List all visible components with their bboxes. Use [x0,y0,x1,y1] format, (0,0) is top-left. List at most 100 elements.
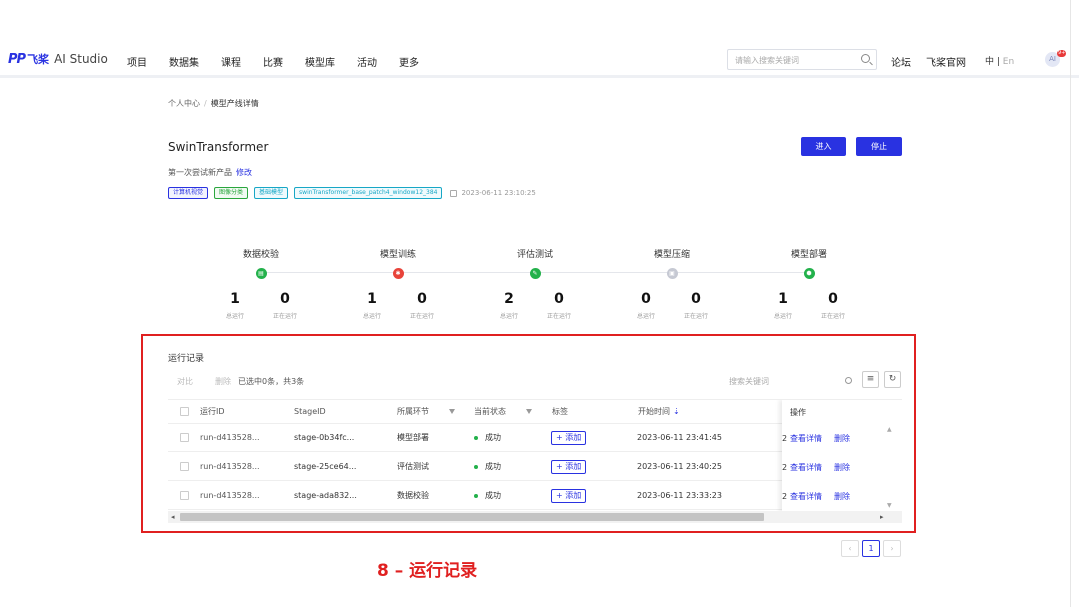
search-icon[interactable] [845,377,852,384]
nav-item-events[interactable]: 活动 [357,54,377,69]
tag-image-classification: 图像分类 [214,187,249,199]
list-view-icon[interactable]: ≡ [862,371,879,388]
run-id[interactable]: run-d413528... [200,482,260,509]
keyword-search-input[interactable]: 搜索关键词 [729,376,769,387]
stat-total: 0 总运行 [626,291,666,320]
official-site-link[interactable]: 飞桨官网 [926,54,966,69]
scroll-left-icon[interactable]: ◂ [171,513,175,521]
stat-total: 2 总运行 [489,291,529,320]
edit-link[interactable]: 修改 [236,168,252,177]
start-time: 2023-06-11 23:33:23 [637,491,722,500]
page-1-button[interactable]: 1 [862,540,880,557]
batch-delete-button[interactable]: 删除 [215,376,231,387]
pipeline-stage[interactable]: 模型部署 ⬢ 1 总运行 0 正在运行 [744,247,874,320]
forum-link[interactable]: 论坛 [891,54,911,69]
stage-name: 模型压缩 [653,250,690,260]
row-checkbox[interactable] [180,433,189,442]
run-id[interactable]: run-d413528... [200,453,260,480]
delete-link[interactable]: 删除 [834,491,850,502]
stat-total: 1 总运行 [763,291,803,320]
pipeline-stage[interactable]: 模型训练 ✱ 1 总运行 0 正在运行 [333,247,463,320]
top-navigation: PP 飞桨 AI Studio 项目 数据集 课程 比赛 模型库 活动 更多 请… [0,0,1079,78]
main-menu: 项目 数据集 课程 比赛 模型库 活动 更多 [127,54,441,69]
breadcrumb-separator: / [204,99,207,108]
stop-button[interactable]: 停止 [856,137,902,156]
breadcrumb-current: 模型产线详情 [210,99,259,108]
status-text: 成功 [485,433,501,442]
row-checkbox[interactable] [180,462,189,471]
stage-name: 模型训练 [379,250,416,260]
train-icon: ✱ [392,268,404,279]
prev-page-button[interactable]: ‹ [841,540,859,557]
enter-button[interactable]: 进入 [801,137,846,156]
pipeline-stage[interactable]: 评估测试 ✎ 2 总运行 0 正在运行 [470,247,600,320]
view-detail-link[interactable]: 查看详情 [790,491,822,502]
language-switch[interactable]: 中 | En [985,54,1014,67]
pipeline-stage[interactable]: 数据校验 ▤ 1 总运行 0 正在运行 [196,247,326,320]
vertical-scrollbar[interactable]: ▲ ▼ [886,426,895,512]
pipeline-stage[interactable]: 模型压缩 ▣ 0 总运行 0 正在运行 [607,247,737,320]
run-id[interactable]: run-d413528... [200,424,260,451]
stat-total: 1 总运行 [215,291,255,320]
lang-cn[interactable]: 中 | [985,57,1003,67]
search-input[interactable]: 请输入搜索关键词 [727,49,877,70]
stage-name: 评估测试 [397,462,429,471]
add-tag-button[interactable]: + 添加 [551,430,587,445]
row-select-cell [180,424,189,451]
delete-link[interactable]: 删除 [834,433,850,444]
col-stage-id: StageID [294,407,326,416]
next-page-button[interactable]: › [883,540,901,557]
breadcrumb-home[interactable]: 个人中心 [168,99,200,108]
evaluate-icon: ✎ [529,268,541,279]
status-text: 成功 [485,462,501,471]
sort-icon[interactable]: ⇣ [673,407,680,416]
nav-item-datasets[interactable]: 数据集 [169,54,199,69]
compare-button[interactable]: 对比 [177,376,193,387]
delete-link[interactable]: 删除 [834,462,850,473]
col-status: 当前状态 [474,400,532,423]
view-detail-link[interactable]: 查看详情 [790,433,822,444]
row-select-cell [180,482,189,509]
filter-icon[interactable] [526,409,532,414]
scroll-down-icon[interactable]: ▼ [887,502,892,509]
stage-id: stage-25ce64... [294,462,357,471]
filter-icon[interactable] [449,409,455,414]
horizontal-scrollbar[interactable]: ◂ ▸ [168,511,902,523]
stage-name: 数据校验 [397,491,429,500]
stat-running: 0 正在运行 [402,291,442,320]
start-time: 2023-06-11 23:40:25 [637,462,722,471]
lang-en[interactable]: En [1003,57,1014,67]
nav-item-courses[interactable]: 课程 [221,54,241,69]
logo[interactable]: PP 飞桨 AI Studio [8,51,108,67]
stat-running-label: 正在运行 [409,313,434,320]
refresh-icon[interactable]: ↻ [884,371,901,388]
select-all-checkbox[interactable] [180,407,189,416]
stat-total-label: 总运行 [499,313,518,320]
row-actions: 2 查看详情 删除 [782,424,862,452]
breadcrumb: 个人中心 / 模型产线详情 [168,98,259,109]
notification-badge: 9+ [1057,50,1067,57]
stat-total-value: 1 [778,291,788,307]
nav-item-model-hub[interactable]: 模型库 [305,54,335,69]
database-icon: ▤ [255,268,267,279]
scrollbar-thumb[interactable] [180,513,764,521]
search-icon[interactable] [861,54,870,63]
stat-running-value: 0 [280,291,290,307]
nav-item-competitions[interactable]: 比赛 [263,54,283,69]
add-tag-button[interactable]: + 添加 [551,488,587,503]
view-detail-link[interactable]: 查看详情 [790,462,822,473]
row-checkbox[interactable] [180,491,189,500]
nav-item-more[interactable]: 更多 [399,54,419,69]
scroll-up-icon[interactable]: ▲ [887,426,892,433]
stage-id: stage-ada832... [294,491,357,500]
scroll-right-icon[interactable]: ▸ [880,513,884,521]
stat-running-value: 0 [691,291,701,307]
stat-running-value: 0 [828,291,838,307]
step-caption: 8 – 运行记录 [377,561,478,581]
col-start-time-label: 开始时间 [638,407,670,416]
nav-item-projects[interactable]: 项目 [127,54,147,69]
page-scrollbar[interactable] [1070,0,1079,607]
stat-total-value: 2 [504,291,514,307]
add-tag-button[interactable]: + 添加 [551,459,587,474]
stat-running: 0 正在运行 [265,291,305,320]
